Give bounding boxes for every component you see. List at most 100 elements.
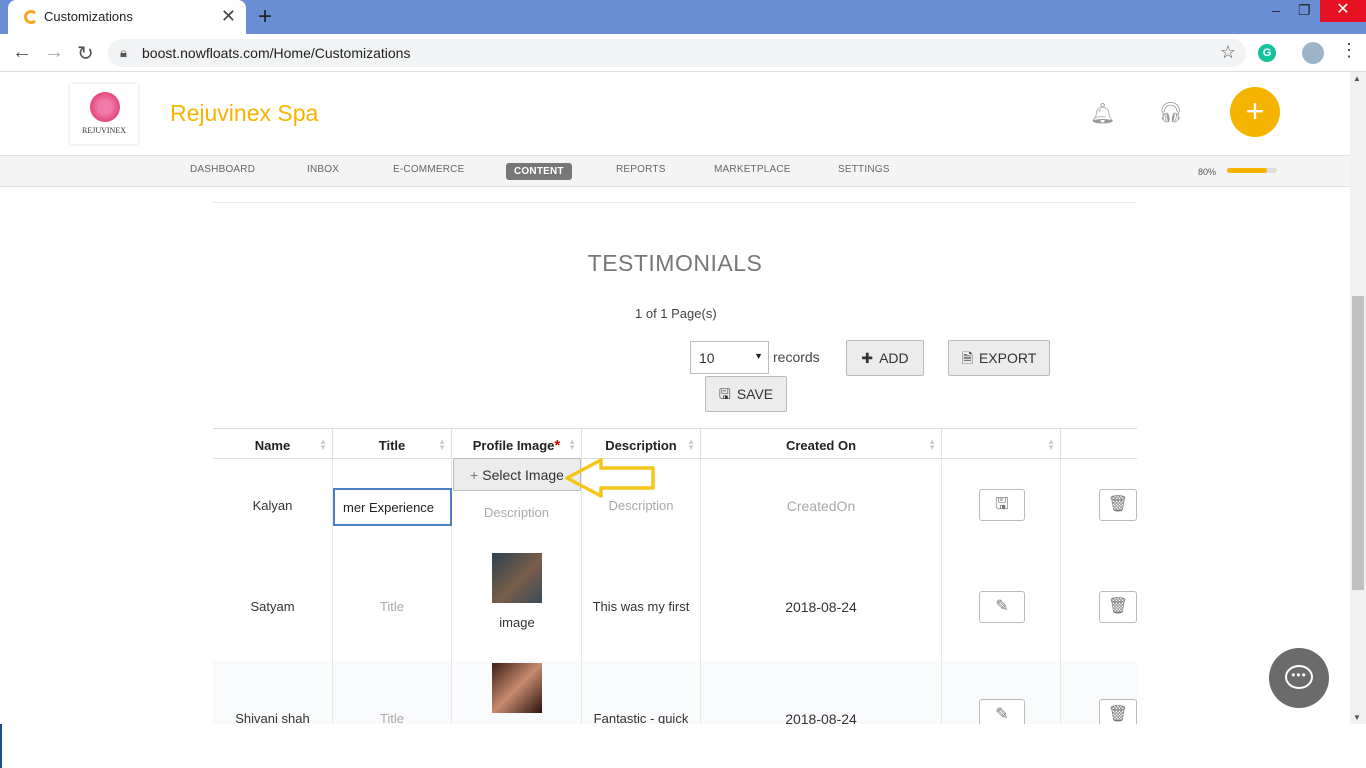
trash-icon: 🗑︎: [1107, 496, 1129, 513]
nav-dashboard[interactable]: DASHBOARD: [190, 164, 255, 175]
scroll-up-icon[interactable]: ▲: [1353, 74, 1361, 83]
cell-title: Title: [333, 661, 452, 724]
add-button[interactable]: ✚ ADD: [846, 340, 924, 376]
required-asterisk: *: [554, 437, 561, 454]
business-name: Rejuvinex Spa: [170, 100, 319, 126]
minimize-button[interactable]: –: [1272, 2, 1280, 18]
column-header-name[interactable]: Name ▲ ▼: [213, 429, 333, 459]
forward-arrow-icon[interactable]: →: [44, 41, 64, 64]
grammarly-extension-icon[interactable]: G: [1258, 44, 1276, 62]
row-delete-button[interactable]: 🗑︎: [1099, 699, 1137, 724]
chat-icon: •••: [1285, 665, 1313, 689]
edit-icon: ✎: [995, 598, 1009, 615]
cell-profile-image: [452, 661, 582, 724]
table-row: Satyam Title image This was my first 201…: [213, 553, 1137, 661]
logo-text: REJUVINEX: [82, 126, 126, 135]
back-arrow-icon[interactable]: ←: [12, 41, 32, 64]
nav-inbox[interactable]: INBOX: [307, 164, 339, 175]
taskbar-edge: [0, 724, 2, 768]
cell-name: Satyam: [213, 553, 333, 661]
cell-created-on: 2018-08-24: [701, 553, 942, 661]
headset-icon[interactable]: 🎧︎: [1158, 100, 1183, 125]
bell-icon[interactable]: 🔔︎: [1090, 101, 1115, 126]
cell-save-action: 🖫︎: [942, 459, 1061, 553]
nav-reports[interactable]: REPORTS: [616, 164, 666, 175]
scrollbar-thumb[interactable]: [1352, 296, 1364, 590]
browser-tab[interactable]: Customizations ✕: [8, 0, 246, 34]
select-image-button[interactable]: + Select Image: [453, 458, 581, 491]
row-delete-button[interactable]: 🗑︎: [1099, 489, 1137, 521]
window-close-button[interactable]: ✕: [1320, 0, 1366, 22]
profile-progress-label: 80%: [1198, 167, 1217, 177]
section-divider: [213, 202, 1136, 203]
created-on-input[interactable]: CreatedOn: [701, 459, 942, 553]
table-row-editing: Kalyan mer Experience Description Descri…: [213, 459, 1137, 553]
bookmark-star-icon[interactable]: ☆: [1220, 42, 1236, 63]
profile-progress-bar: [1227, 168, 1277, 173]
profile-photo: [492, 663, 542, 713]
floppy-icon: 🖫︎: [718, 386, 731, 402]
dropdown-arrow-icon: ▼: [754, 351, 763, 361]
excel-file-icon: 🗎︎: [961, 350, 973, 366]
select-image-label: Select Image: [482, 467, 564, 483]
cell-profile-image: image: [452, 553, 582, 661]
column-header-description[interactable]: Description ▲ ▼: [582, 429, 701, 459]
row-save-button[interactable]: 🖫︎: [979, 489, 1025, 521]
add-action-button[interactable]: +: [1230, 87, 1280, 137]
column-header-title[interactable]: Title ▲ ▼: [333, 429, 452, 459]
sort-icon: ▲ ▼: [438, 437, 446, 452]
cell-title: mer Experience: [333, 459, 452, 553]
reload-icon[interactable]: ↻: [77, 41, 94, 66]
new-tab-button[interactable]: +: [258, 3, 272, 31]
nav-content[interactable]: CONTENT: [506, 163, 572, 180]
pagination-info: 1 of 1 Page(s): [635, 306, 717, 321]
trash-icon: 🗑︎: [1107, 598, 1129, 615]
sort-icon: ▲ ▼: [928, 437, 936, 452]
scroll-down-icon[interactable]: ▼: [1353, 713, 1361, 722]
chat-widget-button[interactable]: •••: [1269, 648, 1329, 708]
url-field[interactable]: 🔒︎ boost.nowfloats.com/Home/Customizatio…: [108, 39, 1246, 67]
export-button-label: EXPORT: [978, 350, 1037, 366]
column-header-created-on[interactable]: Created On ▲ ▼: [701, 429, 942, 459]
plus-icon: +: [470, 467, 479, 483]
sort-icon: ▲ ▼: [568, 437, 576, 452]
records-select-value: 10: [699, 350, 715, 366]
nav-marketplace[interactable]: MARKETPLACE: [714, 164, 791, 175]
export-button[interactable]: 🗎︎ EXPORT: [948, 340, 1050, 376]
title-input[interactable]: mer Experience: [333, 488, 452, 526]
profile-photo: [492, 553, 542, 603]
address-bar: ← → ↻ 🔒︎ boost.nowfloats.com/Home/Custom…: [0, 34, 1366, 72]
column-header-actions[interactable]: ▲ ▼: [942, 429, 1061, 459]
row-edit-button[interactable]: ✎: [979, 591, 1025, 623]
records-label: records: [773, 349, 820, 365]
save-button-label: SAVE: [736, 386, 774, 402]
restore-button[interactable]: ❐: [1298, 2, 1311, 19]
cell-name: Shivani shah: [213, 661, 333, 724]
url-text: boost.nowfloats.com/Home/Customizations: [142, 45, 411, 61]
browser-menu-icon[interactable]: ⋮: [1340, 40, 1358, 61]
row-edit-button[interactable]: ✎: [979, 699, 1025, 724]
brand-logo[interactable]: REJUVINEX: [70, 84, 138, 144]
sort-icon: ▲ ▼: [1047, 437, 1055, 452]
cell-delete-action: 🗑︎: [1061, 553, 1137, 661]
tab-close-button[interactable]: ✕: [221, 6, 236, 27]
nav-settings[interactable]: SETTINGS: [838, 164, 890, 175]
page-title: TESTIMONIALS: [587, 250, 763, 276]
lock-icon: 🔒︎: [120, 45, 127, 60]
profile-avatar[interactable]: [1302, 42, 1324, 64]
column-header-delete: [1061, 429, 1137, 459]
column-header-profile-image[interactable]: Profile Image* ▲ ▼: [452, 429, 582, 459]
favicon-icon: [24, 10, 38, 24]
profile-progress-fill: [1227, 168, 1267, 173]
cell-name: Kalyan: [213, 459, 333, 553]
cell-description: Fantastic - quick: [582, 661, 701, 724]
table-row: Shivani shah Title Fantastic - quick 201…: [213, 661, 1137, 724]
cell-description: This was my first: [582, 553, 701, 661]
row-delete-button[interactable]: 🗑︎: [1099, 591, 1137, 623]
save-button[interactable]: 🖫︎ SAVE: [705, 376, 787, 412]
cell-edit-action: ✎: [942, 661, 1061, 724]
browser-tab-bar: Customizations ✕ + – ❐ ✕: [0, 0, 1366, 34]
records-per-page-select[interactable]: 10 ▼: [690, 341, 769, 374]
nav-ecommerce[interactable]: E-COMMERCE: [393, 164, 464, 175]
main-navigation: DASHBOARD INBOX E-COMMERCE CONTENT REPOR…: [0, 155, 1350, 187]
